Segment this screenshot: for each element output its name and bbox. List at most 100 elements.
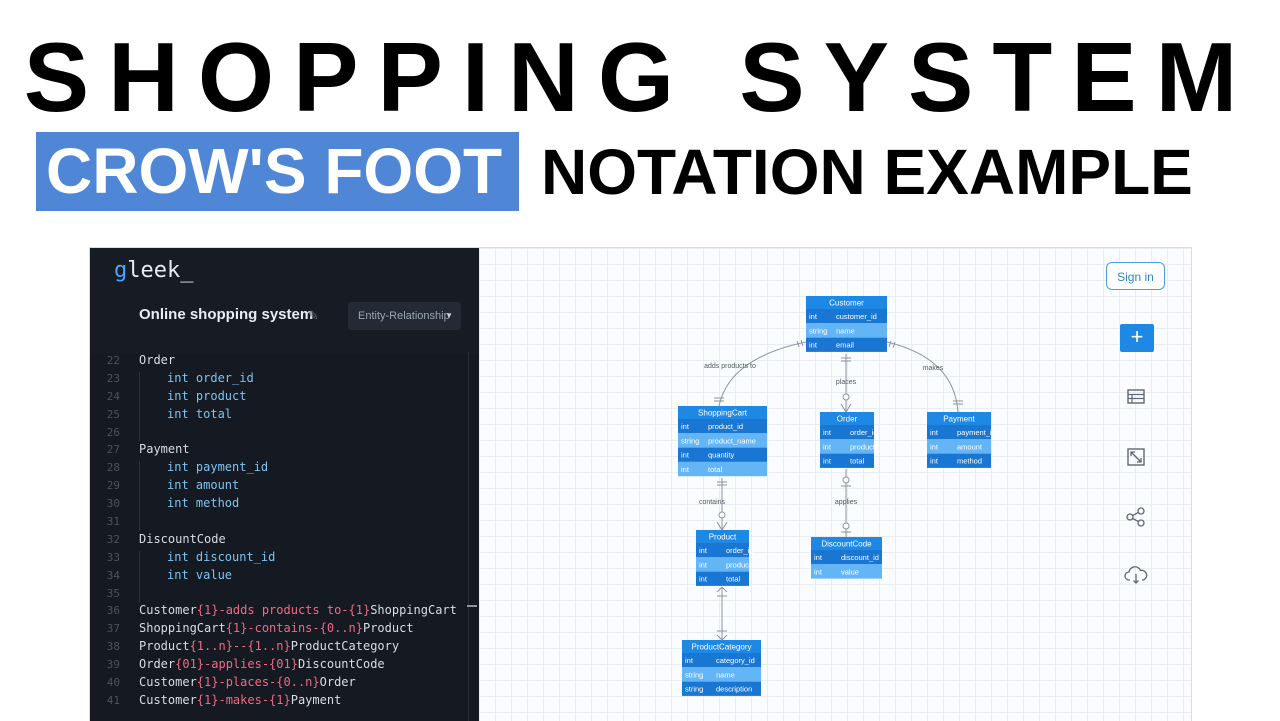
field-token: total bbox=[188, 406, 233, 421]
code-text: Customer{1}-adds products to-{1}Shopping… bbox=[139, 602, 457, 620]
field-type: int bbox=[681, 451, 690, 460]
relationship-label: contains bbox=[699, 499, 726, 506]
entity-token: Order bbox=[139, 353, 176, 367]
code-line[interactable]: 37 ShoppingCart{1}-contains-{0..n}Product bbox=[90, 620, 468, 638]
entity-name: Order bbox=[837, 415, 858, 424]
table-icon[interactable] bbox=[1118, 382, 1154, 412]
code-line[interactable]: 31 bbox=[90, 513, 468, 531]
editor-scrollbar[interactable] bbox=[468, 352, 469, 721]
code-line[interactable]: 29 int amount bbox=[90, 477, 468, 495]
code-line[interactable]: 36 Customer{1}-adds products to-{1}Shoppi… bbox=[90, 602, 468, 620]
entity-token: Product bbox=[362, 621, 414, 636]
field-token: method bbox=[188, 496, 240, 511]
code-text: int amount bbox=[167, 477, 239, 495]
entity-customer[interactable]: Customer int customer_idstring name int email bbox=[806, 296, 887, 352]
cardinality-mark bbox=[842, 522, 850, 530]
plus-icon[interactable]: + bbox=[1120, 324, 1154, 352]
document-title[interactable]: Online shopping system bbox=[139, 306, 313, 323]
field-token: amount bbox=[188, 478, 240, 493]
entity-token: Order bbox=[319, 675, 356, 690]
field-name: description bbox=[716, 685, 752, 694]
code-line[interactable]: 24 int product bbox=[90, 388, 468, 406]
entity-token: ProductCategory bbox=[290, 639, 400, 654]
field-token: int bbox=[167, 567, 189, 582]
relationship-line[interactable] bbox=[718, 341, 807, 407]
field-token: int bbox=[167, 460, 189, 475]
er-diagram: adds products to places makes contains appli… bbox=[678, 296, 996, 696]
relationship-line[interactable] bbox=[886, 341, 959, 413]
field-name: payment_id bbox=[957, 428, 996, 437]
diagram-type-value: Entity-Relationship bbox=[358, 310, 450, 322]
code-text: ShoppingCart{1}-contains-{0..n}Product bbox=[139, 620, 414, 638]
line-number: 40 bbox=[106, 676, 120, 690]
entity-name: Product bbox=[709, 533, 737, 542]
cardinality-mark bbox=[721, 634, 728, 641]
field-type: int bbox=[699, 575, 708, 584]
code-line[interactable]: 38 Product{1..n}--{1..n}ProductCategory bbox=[90, 638, 468, 656]
field-type: int bbox=[685, 656, 694, 665]
code-line[interactable]: 34 int value bbox=[90, 567, 468, 585]
code-line[interactable]: 35 bbox=[90, 585, 468, 603]
entity-token: ShoppingCart bbox=[370, 603, 457, 618]
gleek-logo[interactable]: gleek_ bbox=[114, 258, 193, 283]
field-token: int bbox=[167, 478, 189, 493]
indent-guide bbox=[139, 371, 140, 442]
code-line[interactable]: 27 Payment bbox=[90, 441, 468, 459]
entity-order[interactable]: Orderint order_idint productint total bbox=[820, 412, 878, 468]
field-name: name bbox=[836, 326, 855, 335]
share-icon[interactable] bbox=[1118, 502, 1154, 532]
code-sidebar: gleek_ Online shopping system ✎ Entity-R… bbox=[90, 248, 479, 721]
expand-icon[interactable] bbox=[1118, 442, 1154, 472]
field-type: int bbox=[823, 428, 832, 437]
entity-token: Customer bbox=[139, 603, 197, 618]
entity-product[interactable]: Productint order_idint productint total bbox=[696, 530, 754, 586]
code-text: int method bbox=[167, 495, 239, 513]
line-number: 30 bbox=[106, 497, 120, 511]
diagram-canvas[interactable]: adds products to places makes contains appli… bbox=[479, 248, 1191, 721]
code-line[interactable]: 23 int order_id bbox=[90, 370, 468, 388]
code-editor[interactable]: 22 Order 23 int order_id 24 int product 25 int … bbox=[90, 352, 468, 710]
field-token: payment_id bbox=[188, 460, 269, 475]
cardinality-mark bbox=[888, 340, 892, 348]
field-token: discount_id bbox=[188, 549, 276, 564]
diagram-type-select[interactable]: Entity-Relationship ▼ bbox=[348, 302, 461, 330]
code-line[interactable]: 40 Customer{1}-places-{0..n}Order bbox=[90, 674, 468, 692]
field-name: product_name bbox=[708, 436, 756, 445]
cardinality-mark bbox=[842, 476, 850, 484]
pencil-icon[interactable]: ✎ bbox=[308, 308, 319, 324]
code-line[interactable]: 33 int discount_id bbox=[90, 549, 468, 567]
code-line[interactable]: 32 DiscountCode bbox=[90, 531, 468, 549]
code-text: int value bbox=[167, 567, 232, 585]
code-line[interactable]: 25 int total bbox=[90, 406, 468, 424]
entity-payment[interactable]: Paymentint payment_idint amountint method bbox=[927, 412, 996, 468]
relation-token: {01}-applies-{01} bbox=[175, 657, 298, 672]
scrollbar-thumb[interactable] bbox=[467, 605, 477, 607]
cloud-download-icon[interactable] bbox=[1118, 560, 1154, 590]
cardinality-mark bbox=[840, 403, 847, 413]
code-line[interactable]: 26 bbox=[90, 424, 468, 442]
field-name: product_id bbox=[708, 422, 743, 431]
code-line[interactable]: 22 Order bbox=[90, 352, 468, 370]
code-line[interactable]: 41 Customer{1}-makes-{1}Payment bbox=[90, 692, 468, 710]
relation-token: {1..n}--{1..n} bbox=[189, 639, 291, 654]
code-line[interactable]: 28 int payment_id bbox=[90, 459, 468, 477]
entity-discountcode[interactable]: DiscountCodeint discount_idint value bbox=[811, 537, 882, 579]
sign-in-button[interactable]: Sign in bbox=[1106, 262, 1165, 290]
field-token: int bbox=[167, 496, 189, 511]
cardinality-mark bbox=[716, 586, 723, 593]
field-type: int bbox=[681, 465, 690, 474]
code-line[interactable]: 39 Order{01}-applies-{01}DiscountCode bbox=[90, 656, 468, 674]
line-number: 34 bbox=[106, 568, 120, 582]
entity-token: Customer bbox=[139, 692, 197, 707]
entity-productcategory[interactable]: ProductCategory int category_idstring name s… bbox=[682, 640, 761, 696]
field-type: int bbox=[930, 428, 939, 437]
line-number: 28 bbox=[106, 461, 120, 475]
field-type: string bbox=[685, 670, 703, 679]
cardinality-mark bbox=[845, 403, 852, 413]
entity-row bbox=[678, 461, 767, 477]
relationship-label: applies bbox=[835, 499, 858, 506]
field-name: name bbox=[716, 670, 735, 679]
field-name: category_id bbox=[716, 656, 755, 665]
code-line[interactable]: 30 int method bbox=[90, 495, 468, 513]
entity-shoppingcart[interactable]: ShoppingCart int product_idstring product_n… bbox=[678, 406, 767, 477]
